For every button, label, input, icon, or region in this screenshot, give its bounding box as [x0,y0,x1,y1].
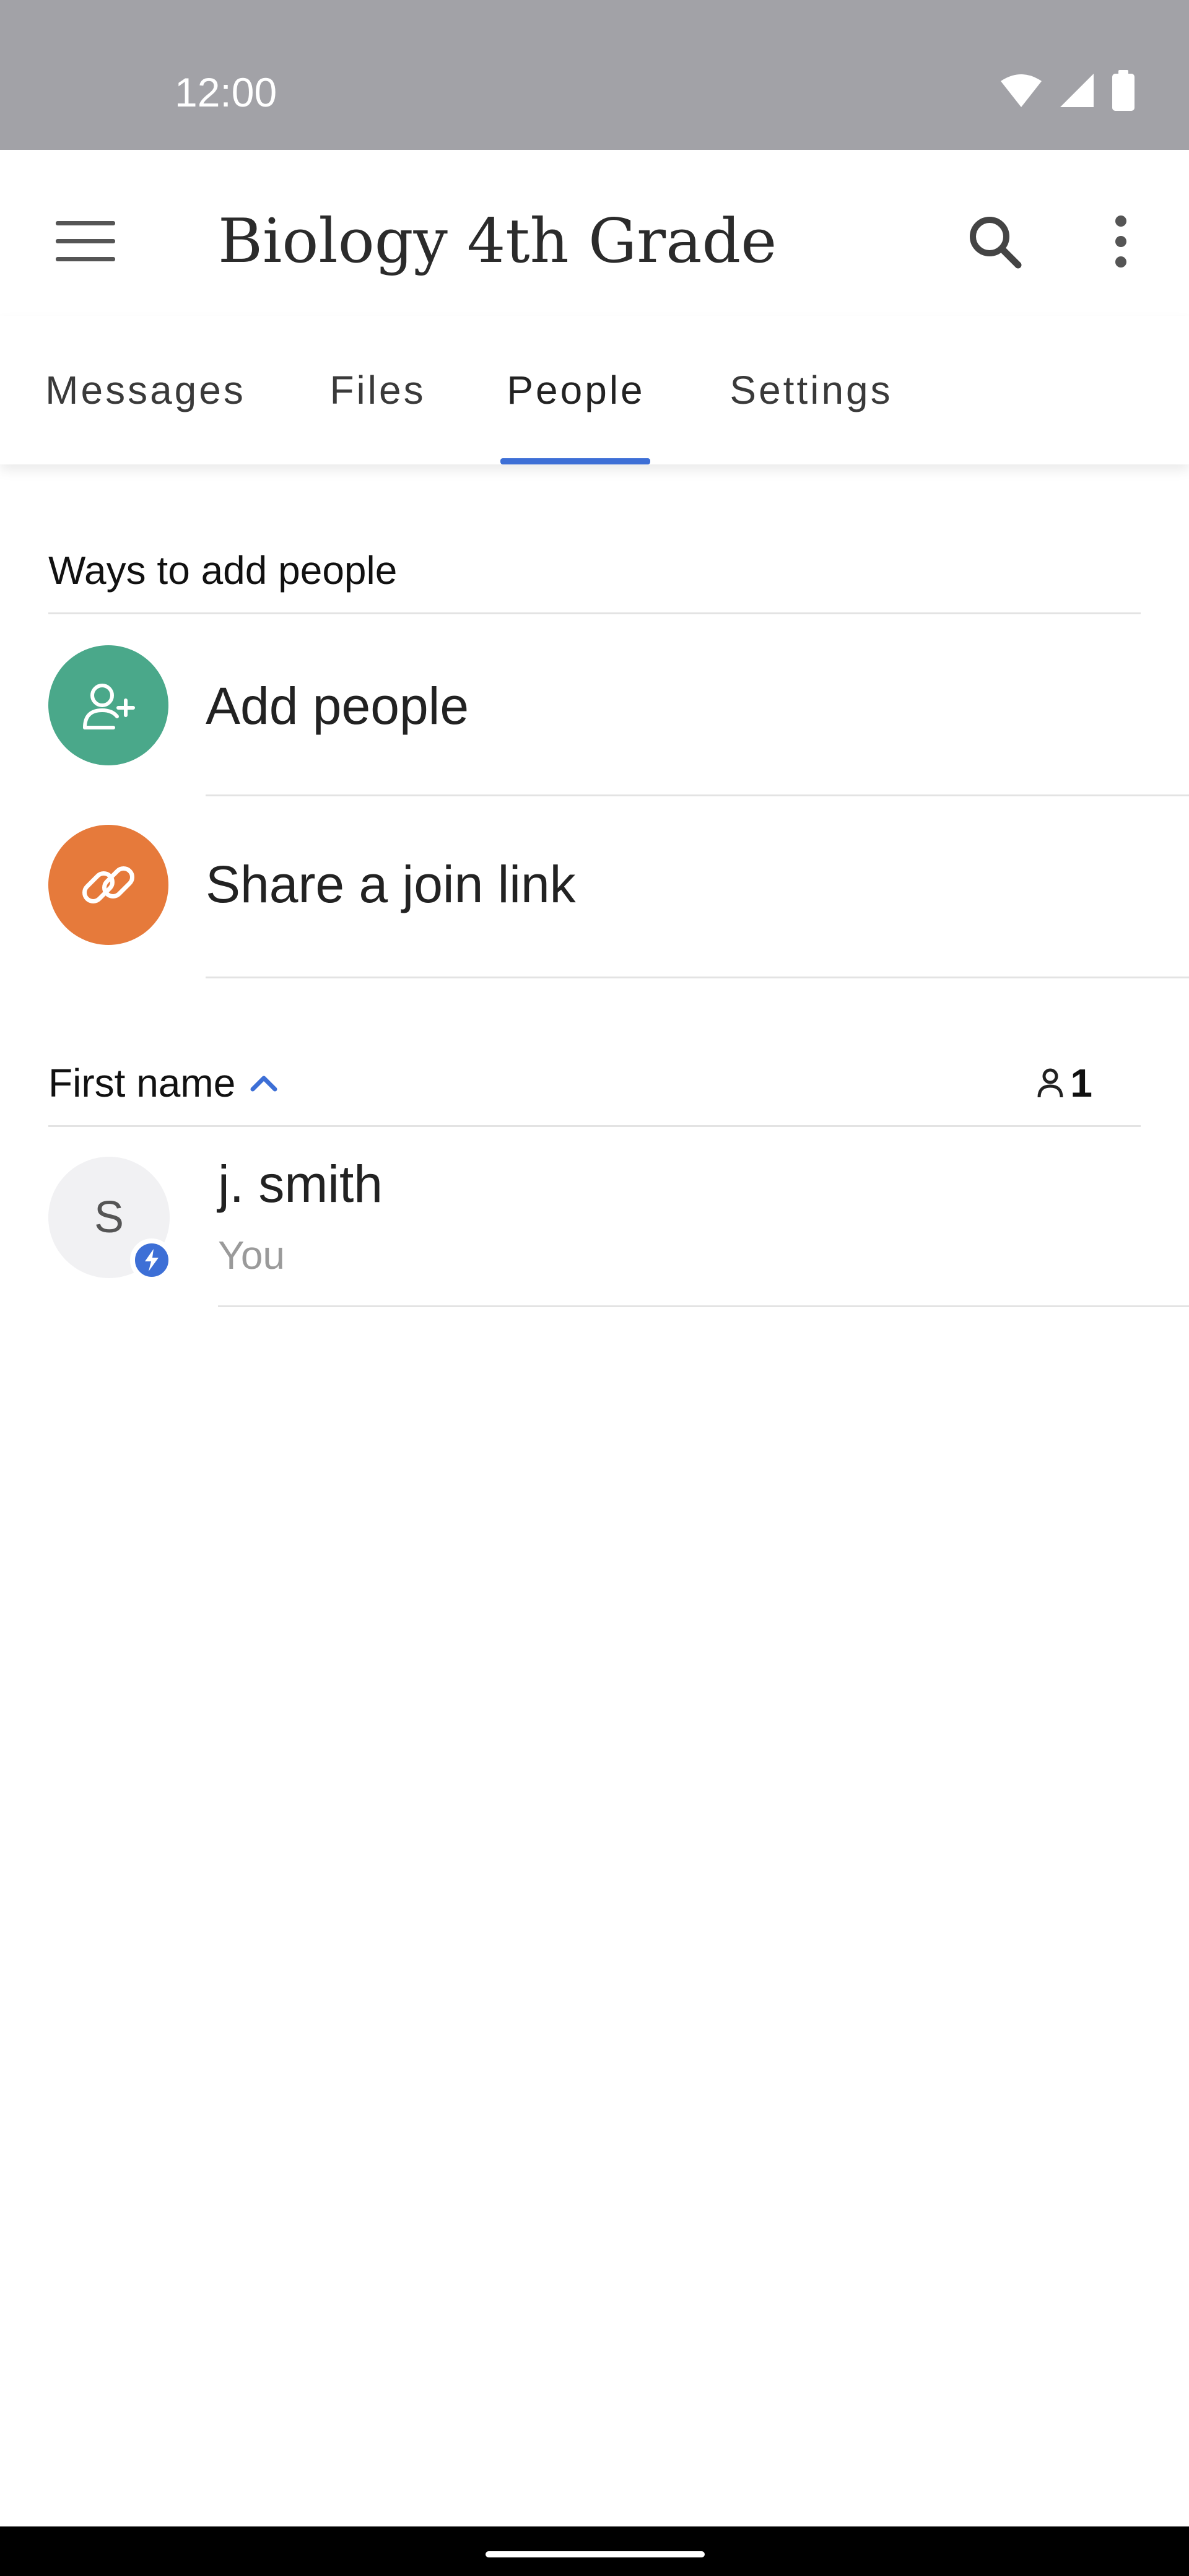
people-list-header: First name 1 [48,1040,1141,1127]
cellular-signal-icon [1060,74,1094,107]
tab-selected-indicator [500,458,650,464]
member-subtitle: You [218,1233,285,1277]
hamburger-menu-icon [56,221,115,261]
tab-settings[interactable]: Settings [706,316,917,464]
battery-icon [1112,70,1135,111]
verified-badge [130,1238,173,1282]
search-button[interactable] [950,197,1039,286]
status-time: 12:00 [175,69,277,115]
share-join-link-row[interactable]: Share a join link [0,796,1189,978]
status-icons [1000,68,1136,113]
more-options-button[interactable] [1076,197,1165,286]
sort-by-first-name-button[interactable]: First name [48,1060,277,1106]
app-bar: Biology 4th Grade [0,150,1189,316]
link-icon-circle [48,825,168,945]
share-join-link-label: Share a join link [206,855,576,913]
add-people-row[interactable]: Add people [0,614,1189,796]
wifi-icon [1001,74,1042,107]
tab-bar: Messages Files People Settings [0,316,1189,464]
lightning-icon [145,1249,159,1271]
tab-files[interactable]: Files [310,316,446,464]
page-title: Biology 4th Grade [218,206,777,277]
home-gesture-handle[interactable] [486,2551,705,2557]
member-count-value: 1 [1070,1060,1092,1105]
divider [218,1305,1189,1307]
chevron-up-icon [250,1076,277,1091]
add-person-icon-circle [48,645,168,765]
ways-to-add-header: Ways to add people [48,528,1141,614]
menu-button[interactable] [43,199,128,284]
sort-label: First name [48,1060,236,1105]
tab-people[interactable]: People [489,316,663,464]
add-people-label: Add people [206,677,469,735]
status-bar: 12:00 [0,0,1189,150]
add-person-icon [83,684,135,729]
divider [206,977,1189,978]
member-count: 1 [1037,1060,1092,1106]
search-icon [970,217,1022,269]
member-row[interactable] [0,1127,1189,1309]
person-icon [1037,1068,1063,1097]
more-vertical-icon [1115,215,1126,268]
link-icon [82,866,134,903]
avatar-initial: S [94,1193,124,1242]
tab-messages[interactable]: Messages [25,316,266,464]
member-name: j. smith [218,1155,383,1213]
